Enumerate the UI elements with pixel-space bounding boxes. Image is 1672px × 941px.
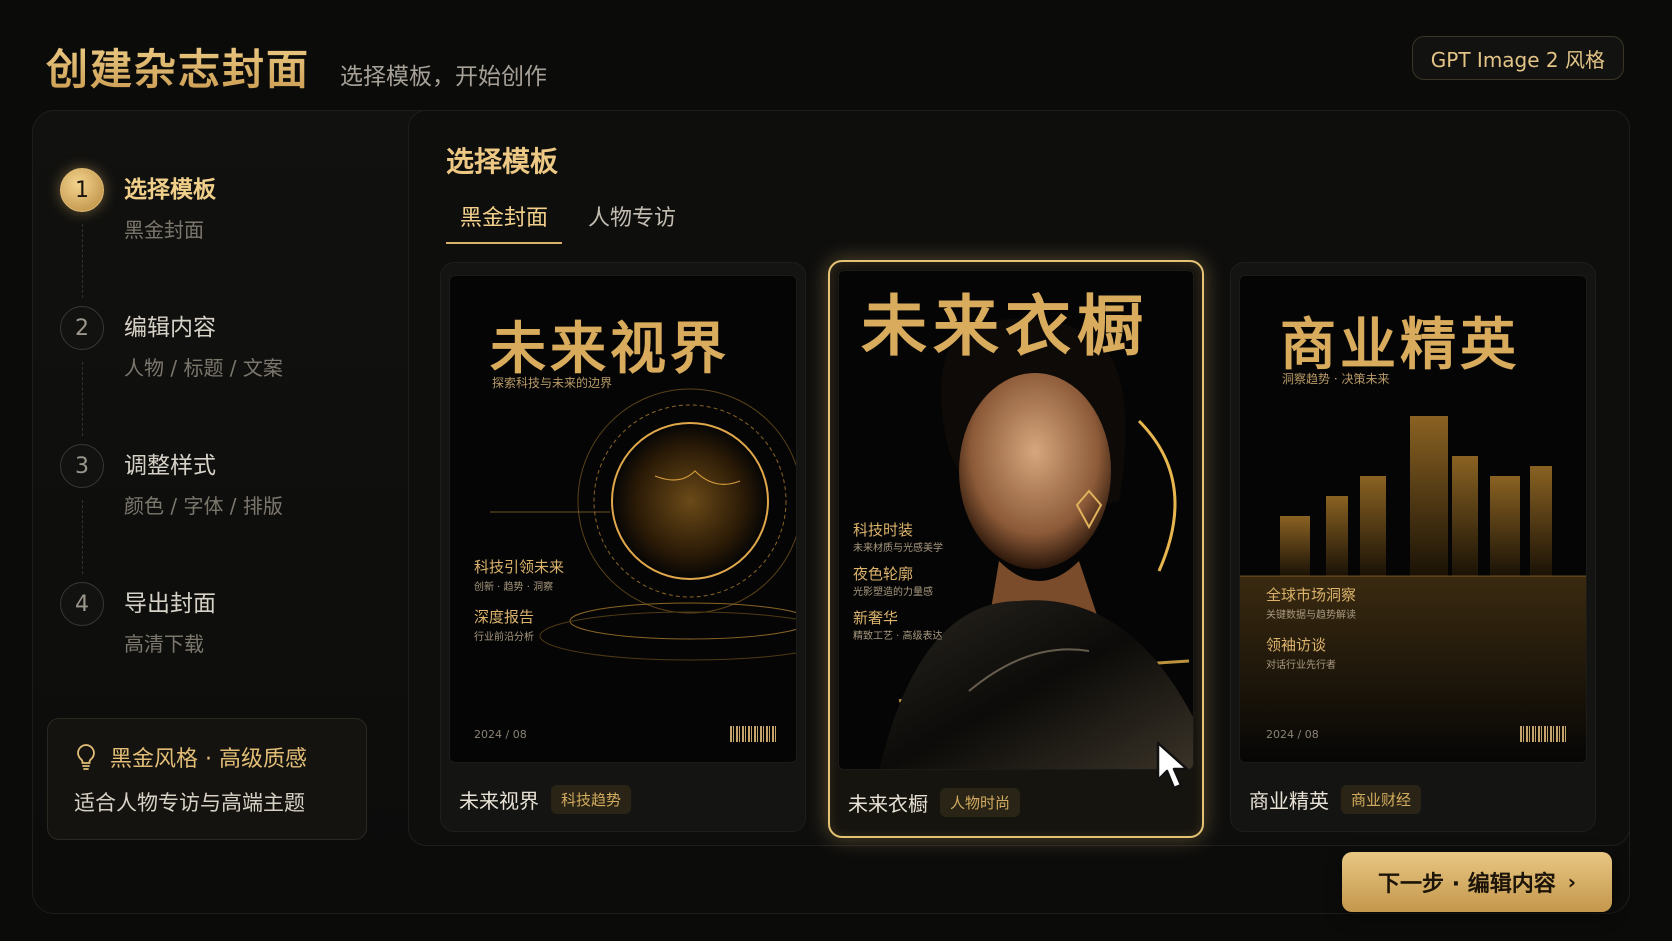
page-title: 创建杂志封面 [46, 36, 310, 97]
lightbulb-icon [77, 744, 95, 770]
cover-headline: 新奢华 [853, 609, 899, 627]
next-step-button[interactable]: 下一步 · 编辑内容 › [1342, 852, 1612, 912]
tip-body: 适合人物专访与高端主题 [74, 791, 305, 815]
cover-caption: 行业前沿分析 [474, 632, 534, 643]
section-title: 选择模板 [446, 145, 559, 178]
tab-black-gold[interactable]: 黑金封面 [446, 196, 563, 244]
tip-card: 黑金风格 · 高级质感 适合人物专访与高端主题 [47, 718, 367, 840]
cover-preview: 商业精英 洞察趋势 · 决策未来 全球市场洞察 关键数据与趋势解读 领袖访谈 对… [1239, 275, 1587, 763]
step-adjust-style[interactable]: 3 调整样式 颜色 / 字体 / 排版 [60, 444, 380, 582]
barcode [1520, 726, 1568, 742]
step-number: 2 [60, 306, 104, 350]
header: 创建杂志封面 选择模板，开始创作 [46, 36, 547, 97]
step-edit-content[interactable]: 2 编辑内容 人物 / 标题 / 文案 [60, 306, 380, 444]
tab-interview[interactable]: 人物专访 [574, 196, 690, 244]
next-step-label: 下一步 · 编辑内容 [1378, 872, 1556, 897]
template-tag: 商业财经 [1341, 785, 1422, 814]
cover-headline: 深度报告 [474, 608, 535, 626]
style-badge[interactable]: GPT Image 2 风格 [1411, 36, 1624, 80]
template-name: 商业精英 [1249, 789, 1329, 813]
cover-caption: 对话行业先行者 [1266, 660, 1336, 671]
step-export[interactable]: 4 导出封面 高清下载 [60, 582, 380, 720]
template-name: 未来视界 [459, 789, 539, 813]
cover-headline: 领袖访谈 [1266, 636, 1327, 654]
mouse-cursor-icon [1156, 741, 1189, 790]
cover-subtitle: 洞察趋势 · 决策未来 [1282, 372, 1390, 386]
cover-preview: 未来衣橱 科技时装 未来材质与光感美学 夜色轮廓 光影塑造的力量感 新奢华 精致… [838, 270, 1194, 770]
step-subtitle: 高清下载 [124, 632, 204, 656]
cover-preview: 未来视界 探索科技与未来的边界 科技引领未来 创新 · 趋势 · 洞察 深度报告… [449, 275, 797, 763]
step-connector [82, 500, 83, 574]
cover-headline: 全球市场洞察 [1266, 586, 1357, 604]
step-subtitle: 黑金封面 [124, 218, 204, 242]
template-card-future-wardrobe[interactable]: 未来衣橱 科技时装 未来材质与光感美学 夜色轮廓 光影塑造的力量感 新奢华 精致… [828, 260, 1204, 838]
cover-title: 未来衣橱 [861, 287, 1149, 365]
step-number: 1 [60, 168, 104, 212]
step-connector [82, 362, 83, 436]
cover-title: 未来视界 [490, 316, 730, 382]
step-list: 1 选择模板 黑金封面 2 编辑内容 人物 / 标题 / 文案 3 调整样式 颜… [60, 168, 380, 720]
cover-subtitle: 探索科技与未来的边界 [492, 376, 613, 390]
tip-title: 黑金风格 · 高级质感 [110, 747, 307, 772]
cover-headline: 科技引领未来 [474, 558, 565, 576]
cover-date: 2024 / 08 [1266, 728, 1319, 741]
cover-headline: 科技时装 [853, 521, 914, 539]
step-title: 调整样式 [124, 453, 216, 479]
cover-date: 2024 / 08 [474, 728, 527, 741]
step-subtitle: 人物 / 标题 / 文案 [124, 356, 283, 380]
template-card-business-elite[interactable]: 商业精英 洞察趋势 · 决策未来 全球市场洞察 关键数据与趋势解读 领袖访谈 对… [1230, 262, 1596, 832]
step-connector [82, 224, 83, 298]
cover-caption: 关键数据与趋势解读 [1266, 610, 1356, 621]
template-tabs: 黑金封面 人物专访 [446, 196, 702, 244]
step-subtitle: 颜色 / 字体 / 排版 [124, 494, 283, 518]
step-title: 选择模板 [124, 177, 216, 203]
template-tag: 科技趋势 [551, 785, 632, 814]
cover-headline: 夜色轮廓 [853, 565, 914, 583]
chevron-right-icon: › [1567, 870, 1576, 894]
cover-caption: 光影塑造的力量感 [853, 587, 933, 598]
page-subtitle: 选择模板，开始创作 [340, 64, 548, 90]
template-tag: 人物时尚 [940, 788, 1021, 817]
template-name: 未来衣橱 [848, 792, 928, 816]
cover-caption: 精致工艺 · 高级表达 [853, 631, 943, 642]
template-card-future-vision[interactable]: 未来视界 探索科技与未来的边界 科技引领未来 创新 · 趋势 · 洞察 深度报告… [440, 262, 806, 832]
barcode [730, 726, 778, 742]
cover-caption: 创新 · 趋势 · 洞察 [474, 582, 554, 593]
cover-caption: 未来材质与光感美学 [853, 543, 943, 554]
step-number: 3 [60, 444, 104, 488]
step-title: 编辑内容 [124, 315, 216, 341]
step-title: 导出封面 [124, 591, 216, 617]
step-select-template[interactable]: 1 选择模板 黑金封面 [60, 168, 380, 306]
cover-title: 商业精英 [1280, 312, 1520, 378]
step-number: 4 [60, 582, 104, 626]
